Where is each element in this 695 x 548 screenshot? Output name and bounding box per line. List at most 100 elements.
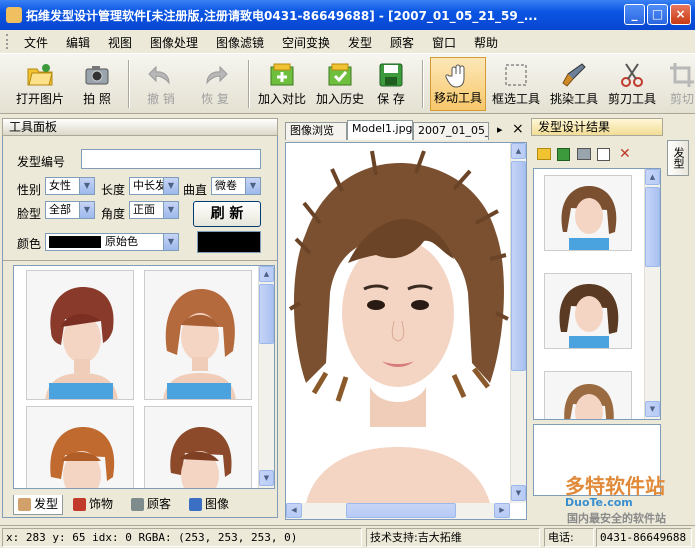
- capture-button[interactable]: 拍 照: [72, 57, 122, 111]
- filter-form: 发型编号 性别 女性 ▼ 长度 中长发 ▼ 曲直 微卷 ▼ 脸型 全部 ▼ 角度 正面 ▼…: [3, 137, 277, 261]
- tab-image[interactable]: 图像: [185, 495, 241, 515]
- scroll-right-icon[interactable]: ▶: [494, 503, 510, 518]
- tool-panel: 工具面板 发型编号 性别 女性 ▼ 长度 中长发 ▼ 曲直 微卷 ▼ 脸型 全部 ▼ 角…: [2, 118, 278, 518]
- scroll-thumb[interactable]: [346, 503, 456, 518]
- close-button[interactable]: ×: [670, 4, 691, 25]
- tab-model1[interactable]: Model1.jpg: [347, 120, 413, 140]
- select-tool-button[interactable]: 框选工具: [488, 57, 544, 111]
- redo-button[interactable]: 恢 复: [190, 57, 240, 111]
- cursor-info: x: 283 y: 65 idx: 0 RGBA: (253, 253, 253…: [2, 528, 362, 547]
- menu-customer[interactable]: 顾客: [390, 34, 414, 51]
- menu-file[interactable]: 文件: [24, 34, 48, 51]
- result-photo: [545, 176, 631, 250]
- face-label: 脸型: [17, 207, 42, 221]
- add-history-button[interactable]: 加入历史: [312, 57, 368, 111]
- left-eye: [367, 300, 385, 310]
- minimize-button[interactable]: _: [624, 4, 645, 25]
- tab-customer[interactable]: 顾客: [127, 495, 181, 515]
- curl-label: 曲直: [183, 183, 208, 197]
- face-select[interactable]: 全部 ▼: [45, 201, 95, 219]
- hairstyle-photo: [27, 407, 133, 488]
- results-scrollbar[interactable]: ▲ ▼: [644, 169, 660, 419]
- result-thumbnail[interactable]: [544, 273, 632, 349]
- canvas-vertical-scrollbar[interactable]: ▲ ▼: [510, 143, 526, 503]
- hairstyle-icon: [18, 498, 31, 511]
- toolbar-separator: [422, 60, 424, 108]
- scroll-down-icon[interactable]: ▼: [259, 470, 274, 486]
- folder-icon: [27, 64, 53, 86]
- refresh-button[interactable]: 刷 新: [193, 201, 261, 227]
- hairstyle-thumbnail[interactable]: [144, 270, 252, 400]
- maximize-button[interactable]: □: [647, 4, 668, 25]
- length-label: 长度: [101, 183, 126, 197]
- hairstyle-thumbnail[interactable]: [144, 406, 252, 488]
- scissors-icon: [621, 63, 643, 87]
- scroll-thumb[interactable]: [645, 187, 660, 267]
- menu-help[interactable]: 帮助: [474, 34, 498, 51]
- color-swatch[interactable]: [197, 231, 261, 253]
- scroll-down-icon[interactable]: ▼: [645, 401, 660, 417]
- hand-icon: [445, 64, 465, 88]
- preview-icon[interactable]: [597, 148, 610, 161]
- undo-button[interactable]: 撤 销: [136, 57, 186, 111]
- tab-accessory[interactable]: 饰物: [69, 495, 123, 515]
- scroll-up-icon[interactable]: ▲: [259, 266, 274, 282]
- open-folder-icon[interactable]: [537, 148, 551, 160]
- hairstyle-thumbnail[interactable]: [26, 270, 134, 400]
- result-thumbnail[interactable]: [544, 371, 632, 419]
- gender-select[interactable]: 女性 ▼: [45, 177, 95, 195]
- tab-hairstyle[interactable]: 发型: [13, 495, 63, 515]
- crop-button[interactable]: 剪切: [662, 57, 695, 111]
- tool-panel-title: 工具面板: [9, 120, 58, 134]
- hair-id-input[interactable]: [81, 149, 261, 169]
- toolbar-separator: [128, 60, 130, 108]
- redo-icon: [206, 65, 228, 85]
- scroll-thumb[interactable]: [259, 284, 274, 344]
- phone-number: 0431-86649688: [596, 528, 692, 547]
- canvas[interactable]: ▲ ▼ ◀ ▶: [285, 142, 527, 520]
- toolbar-separator: [248, 60, 250, 108]
- scroll-up-icon[interactable]: ▲: [645, 169, 660, 185]
- move-tool-button[interactable]: 移动工具: [430, 57, 486, 111]
- curl-select[interactable]: 微卷 ▼: [211, 177, 261, 195]
- print-icon[interactable]: [577, 148, 591, 160]
- menu-window[interactable]: 窗口: [432, 34, 456, 51]
- side-tab-hairstyle[interactable]: 发型: [667, 140, 689, 176]
- result-thumbnail[interactable]: [544, 175, 632, 251]
- scroll-down-icon[interactable]: ▼: [511, 485, 526, 501]
- hairstyle-photo: [27, 271, 133, 399]
- length-select[interactable]: 中长发 ▼: [129, 177, 179, 195]
- hairstyle-thumbnail[interactable]: [26, 406, 134, 488]
- phone-label: 电话:: [544, 528, 594, 547]
- menu-edit[interactable]: 编辑: [66, 34, 90, 51]
- delete-icon[interactable]: ✕: [619, 146, 631, 162]
- pick-dye-tool-button[interactable]: 挑染工具: [546, 57, 602, 111]
- angle-label: 角度: [101, 207, 126, 221]
- tab-current-document[interactable]: 2007_01_05_: [413, 122, 489, 140]
- scroll-up-icon[interactable]: ▲: [511, 143, 526, 159]
- menu-bar: 文件 编辑 视图 图像处理 图像滤镜 空间变换 发型 顾客 窗口 帮助: [0, 30, 695, 54]
- open-image-button[interactable]: 打开图片: [12, 57, 68, 111]
- gallery-scrollbar[interactable]: ▲ ▼: [258, 266, 274, 488]
- add-compare-button[interactable]: 加入对比: [254, 57, 310, 111]
- color-select[interactable]: 原始色 ▼: [45, 233, 179, 251]
- menu-transform[interactable]: 空间变换: [282, 34, 330, 51]
- canvas-horizontal-scrollbar[interactable]: ◀ ▶: [286, 503, 510, 519]
- scissors-tool-button[interactable]: 剪刀工具: [604, 57, 660, 111]
- menu-image-filter[interactable]: 图像滤镜: [216, 34, 264, 51]
- camera-icon: [85, 66, 109, 85]
- tab-image-browser[interactable]: 图像浏览: [285, 122, 347, 140]
- watermark-brand: 多特软件站: [565, 474, 665, 498]
- menu-image-process[interactable]: 图像处理: [150, 34, 198, 51]
- tab-scroll-icon[interactable]: ▸: [497, 123, 503, 136]
- menu-hairstyle[interactable]: 发型: [348, 34, 372, 51]
- angle-select[interactable]: 正面 ▼: [129, 201, 179, 219]
- accessory-icon: [73, 498, 86, 511]
- save-icon[interactable]: [557, 148, 570, 161]
- scroll-left-icon[interactable]: ◀: [286, 503, 302, 518]
- scroll-thumb[interactable]: [511, 161, 526, 371]
- menu-view[interactable]: 视图: [108, 34, 132, 51]
- close-tab-icon[interactable]: ×: [512, 121, 524, 137]
- save-button[interactable]: 保 存: [370, 57, 412, 111]
- result-photo: [545, 372, 631, 419]
